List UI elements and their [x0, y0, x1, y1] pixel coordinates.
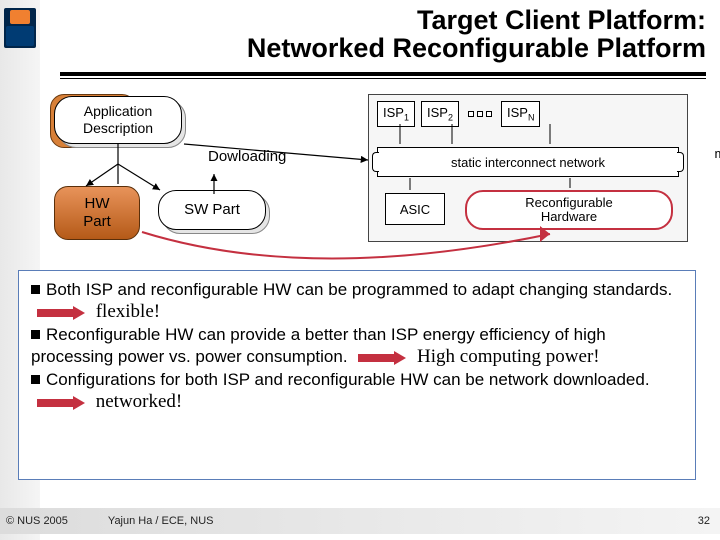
connection-arrows — [50, 94, 700, 264]
distr-memory-label: Distr. memory arch. — [706, 132, 720, 177]
footer-bar: © NUS 2005 Yajun Ha / ECE, NUS 32 — [0, 508, 720, 534]
bullet-icon — [31, 375, 40, 384]
title-line-2: Networked Reconfigurable Platform — [247, 33, 706, 63]
title-rule-thick — [60, 72, 706, 76]
title-rule-thin — [60, 78, 706, 79]
body-text-box: Both ISP and reconfigurable HW can be pr… — [18, 270, 696, 480]
title-line-1: Target Client Platform: — [417, 5, 706, 35]
body-p1a: Both ISP and reconfigurable HW can be pr… — [46, 280, 672, 299]
footer-author: Yajun Ha / ECE, NUS — [108, 515, 214, 527]
slide-title: Target Client Platform: Networked Reconf… — [60, 6, 706, 63]
body-p3a: Configurations for both ISP and reconfig… — [46, 370, 650, 389]
bullet-icon — [31, 330, 40, 339]
nus-logo — [4, 8, 36, 48]
footer-page-number: 32 — [698, 515, 710, 527]
body-p1b: flexible! — [96, 301, 160, 322]
footer-copyright: © NUS 2005 — [6, 515, 68, 527]
body-p2b: High computing power! — [417, 346, 600, 367]
bullet-icon — [31, 285, 40, 294]
architecture-diagram: Application Description HW Part SW Part … — [50, 94, 700, 264]
body-p3b: networked! — [96, 391, 183, 412]
